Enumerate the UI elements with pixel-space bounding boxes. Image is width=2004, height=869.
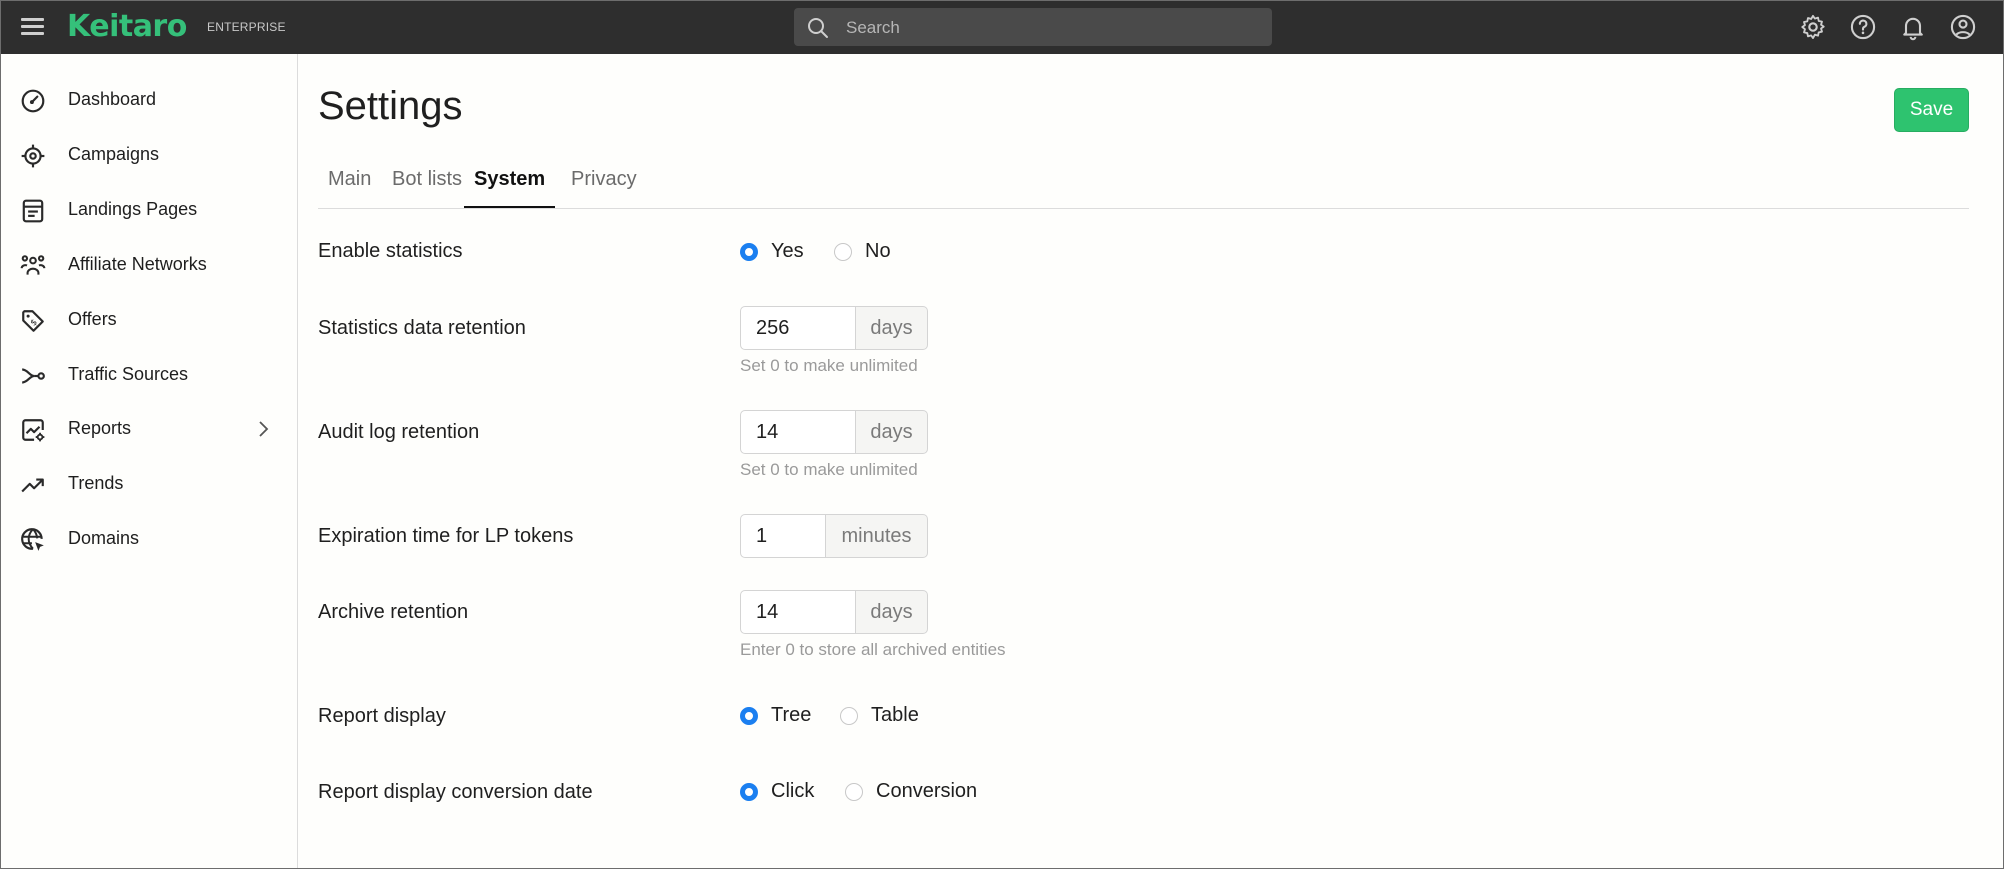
target-icon bbox=[21, 144, 45, 168]
reports-icon bbox=[22, 419, 45, 442]
report-display-label: Report display bbox=[318, 705, 446, 727]
lp-token-expiration-label: Expiration time for LP tokens bbox=[318, 525, 574, 547]
domains-icon bbox=[21, 528, 44, 551]
unit-addon: days bbox=[856, 410, 928, 454]
radio-label: Tree bbox=[771, 704, 812, 726]
sidebar-item-label: Domains bbox=[68, 528, 140, 548]
radio-label: Conversion bbox=[876, 780, 978, 802]
sidebar: Dashboard Campaigns Landings Pages Affil… bbox=[0, 54, 298, 869]
audit-log-retention-hint: Set 0 to make unlimited bbox=[740, 460, 918, 479]
trends-icon bbox=[21, 478, 44, 493]
sidebar-item-domains[interactable]: Domains bbox=[0, 514, 297, 564]
lp-token-expiration-group: minutes bbox=[740, 514, 928, 558]
report-conversion-date-label: Report display conversion date bbox=[318, 781, 593, 803]
settings-tabs: Main Bot lists System Privacy bbox=[318, 160, 1969, 209]
account-icon[interactable] bbox=[1949, 13, 1977, 41]
brand-logo[interactable]: Keitaro bbox=[67, 9, 187, 44]
archive-retention-hint: Enter 0 to store all archived entities bbox=[740, 640, 1006, 659]
sidebar-item-label: Campaigns bbox=[68, 144, 160, 164]
landing-page-icon bbox=[22, 199, 44, 223]
tab-privacy[interactable]: Privacy bbox=[571, 168, 637, 206]
radio-indicator[interactable] bbox=[834, 243, 852, 261]
tab-system[interactable]: System bbox=[464, 168, 556, 208]
window-frame bbox=[0, 0, 2004, 869]
page-title: Settings bbox=[318, 84, 463, 128]
unit-addon: days bbox=[856, 306, 928, 350]
unit-addon: minutes bbox=[826, 514, 928, 558]
search-box[interactable] bbox=[794, 8, 1272, 48]
sidebar-item-label: Dashboard bbox=[68, 89, 157, 109]
search-input[interactable] bbox=[844, 8, 1248, 48]
sidebar-item-traffic-sources[interactable]: Traffic Sources bbox=[0, 350, 297, 400]
statistics-retention-input[interactable] bbox=[740, 306, 856, 350]
bell-icon[interactable] bbox=[1899, 13, 1927, 41]
audit-log-retention-label: Audit log retention bbox=[318, 421, 480, 443]
radio-indicator[interactable] bbox=[740, 707, 758, 725]
sidebar-item-trends[interactable]: Trends bbox=[0, 459, 297, 509]
hamburger-menu-icon[interactable] bbox=[19, 14, 47, 38]
affiliate-networks-icon bbox=[20, 255, 46, 275]
radio-indicator[interactable] bbox=[840, 707, 858, 725]
radio-indicator[interactable] bbox=[845, 783, 863, 801]
audit-log-retention-group: days bbox=[740, 410, 928, 454]
archive-retention-group: days bbox=[740, 590, 928, 634]
brand-edition: ENTERPRISE bbox=[207, 20, 286, 34]
statistics-retention-label: Statistics data retention bbox=[318, 317, 526, 339]
sidebar-item-label: Trends bbox=[68, 473, 124, 493]
help-icon[interactable] bbox=[1849, 13, 1877, 41]
sidebar-item-label: Traffic Sources bbox=[68, 364, 189, 384]
save-button[interactable]: Save bbox=[1894, 88, 1969, 132]
archive-retention-label: Archive retention bbox=[318, 601, 469, 623]
radio-indicator[interactable] bbox=[740, 243, 758, 261]
tab-bot-lists[interactable]: Bot lists bbox=[392, 168, 462, 206]
statistics-retention-hint: Set 0 to make unlimited bbox=[740, 356, 918, 375]
top-bar: Keitaro ENTERPRISE bbox=[0, 0, 2004, 54]
radio-label: Table bbox=[871, 704, 919, 726]
sidebar-item-label: Affiliate Networks bbox=[68, 254, 207, 274]
enable-statistics-label: Enable statistics bbox=[318, 240, 463, 262]
radio-label: Yes bbox=[771, 240, 804, 262]
chevron-right-icon[interactable] bbox=[256, 420, 270, 438]
sidebar-item-landing-pages[interactable]: Landings Pages bbox=[0, 185, 297, 235]
traffic-sources-icon bbox=[22, 368, 45, 384]
statistics-retention-group: days bbox=[740, 306, 928, 350]
sidebar-item-label: Offers bbox=[68, 309, 117, 329]
sidebar-item-label: Landings Pages bbox=[68, 199, 198, 219]
sidebar-item-campaigns[interactable]: Campaigns bbox=[0, 130, 297, 180]
sidebar-item-label: Reports bbox=[68, 418, 132, 438]
sidebar-item-reports[interactable]: Reports bbox=[0, 404, 297, 454]
unit-addon: days bbox=[856, 590, 928, 634]
sidebar-item-offers[interactable]: $ Offers bbox=[0, 295, 297, 345]
sidebar-item-affiliate-networks[interactable]: Affiliate Networks bbox=[0, 240, 297, 290]
sidebar-item-dashboard[interactable]: Dashboard bbox=[0, 75, 297, 125]
offer-tag-icon: $ bbox=[22, 310, 44, 332]
lp-token-expiration-input[interactable] bbox=[740, 514, 826, 558]
radio-indicator[interactable] bbox=[740, 783, 758, 801]
radio-label: Click bbox=[771, 780, 815, 802]
dashboard-icon bbox=[21, 89, 45, 113]
search-icon bbox=[808, 18, 828, 38]
radio-label: No bbox=[865, 240, 891, 262]
audit-log-retention-input[interactable] bbox=[740, 410, 856, 454]
gear-icon[interactable] bbox=[1799, 13, 1827, 41]
tab-main[interactable]: Main bbox=[328, 168, 371, 206]
archive-retention-input[interactable] bbox=[740, 590, 856, 634]
